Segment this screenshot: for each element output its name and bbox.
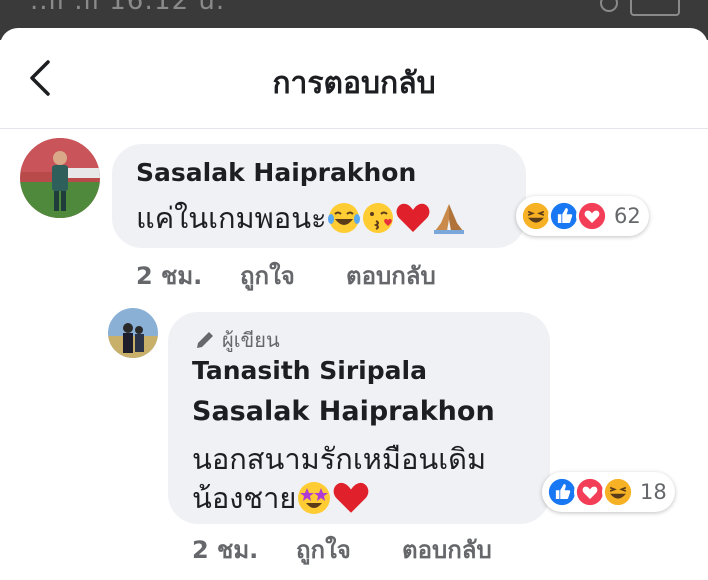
pencil-icon — [197, 332, 213, 348]
red-heart-emoji-icon — [333, 482, 369, 513]
reply-body-end: น้องชาย — [192, 481, 297, 515]
reply-text-line2: น้องชาย — [192, 478, 370, 518]
like-button[interactable]: ถูกใจ — [240, 256, 295, 295]
reply-actions: 2 ชม. ถูกใจ ตอบกลับ — [192, 530, 532, 564]
comment-author[interactable]: Sasalak Haiprakhon — [136, 158, 416, 187]
reaction-count: 62 — [614, 204, 641, 228]
reply-avatar-photo — [108, 308, 158, 358]
alarm-icon — [600, 0, 618, 12]
kiss-wink-emoji-icon — [362, 203, 393, 233]
reply-bubble[interactable]: ผู้เขียน Tanasith Siripala Sasalak Haipr… — [168, 312, 550, 524]
laughing-tears-emoji-icon — [327, 203, 360, 233]
comment-actions: 2 ชม. ถูกใจ ตอบกลับ — [136, 256, 476, 290]
reply-time: 2 ชม. — [192, 536, 259, 564]
praying-hands-emoji-icon — [433, 204, 464, 234]
star-struck-emoji-icon — [298, 482, 331, 514]
like-button[interactable]: ถูกใจ — [296, 530, 351, 569]
header: การตอบกลับ — [0, 28, 708, 129]
author-badge: ผู้เขียน — [194, 324, 280, 356]
reaction-count: 18 — [640, 480, 667, 504]
reply-author[interactable]: Tanasith Siripala — [192, 356, 427, 385]
comment-reactions[interactable]: 62 — [516, 196, 649, 236]
love-reaction-icon — [576, 200, 608, 232]
haha-reaction-icon — [602, 476, 634, 508]
reply-reactions[interactable]: 18 — [542, 472, 675, 512]
reply-avatar[interactable] — [108, 308, 158, 358]
comment-time: 2 ชม. — [136, 262, 203, 290]
author-badge-label: ผู้เขียน — [222, 328, 280, 352]
comment-body: แค่ในเกมพอนะ — [136, 201, 327, 235]
red-heart-emoji-icon — [396, 203, 430, 232]
replies-sheet: การตอบกลับ Sasalak Haiprakhon แค่ในเกมพอ… — [0, 28, 708, 580]
comment-text: แค่ในเกมพอนะ — [136, 198, 467, 238]
avatar-photo — [20, 138, 100, 218]
avatar[interactable] — [20, 138, 100, 218]
reply-mention[interactable]: Sasalak Haiprakhon — [192, 396, 495, 427]
page-title: การตอบกลับ — [272, 66, 436, 101]
comment-bubble[interactable]: Sasalak Haiprakhon แค่ในเกมพอนะ — [112, 144, 526, 248]
battery-icon — [630, 0, 680, 16]
status-text: ..ll .ll 16:12 u. — [30, 0, 226, 16]
reply-button[interactable]: ตอบกลับ — [346, 256, 436, 295]
reply-button[interactable]: ตอบกลับ — [402, 530, 492, 569]
